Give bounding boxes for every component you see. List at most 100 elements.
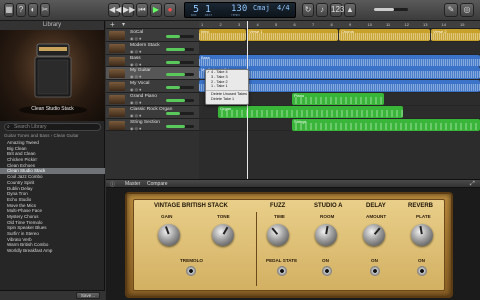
tracks-header: + ▾	[106, 20, 199, 29]
region-verse-2[interactable]: Verse 2	[431, 29, 480, 41]
track-mute-solo[interactable]: ◉ ◎ ⏺	[130, 49, 141, 54]
rewind-button[interactable]: ◀◀	[108, 3, 121, 17]
track-volume-slider[interactable]	[166, 111, 194, 115]
track-mute-solo[interactable]: ◉ ◎ ⏺	[130, 36, 141, 41]
lcd-display[interactable]: 5 1 BAR BEAT 130 TEMPO Cmaj 4/4	[184, 2, 296, 18]
preset-image: Clean Studio Stack	[0, 30, 105, 121]
time-knob[interactable]	[267, 224, 289, 246]
tab-compare[interactable]: Compare	[147, 181, 168, 187]
library-footer: Save...	[0, 290, 105, 300]
track-header[interactable]: SoCal ◉ ◎ ⏺	[106, 29, 199, 42]
library-breadcrumb[interactable]: Guitar Tones and Bass › Clean Guitar	[4, 133, 79, 138]
studio-a-on-label: ON	[322, 258, 329, 263]
room-knob[interactable]	[315, 224, 337, 246]
track-mute-solo[interactable]: ◉ ◎ ⏺	[130, 74, 141, 79]
track-volume-slider[interactable]	[166, 98, 194, 102]
smart-controls-button[interactable]: ◐	[28, 3, 38, 17]
track-mute-solo[interactable]: ◉ ◎ ⏺	[130, 113, 141, 118]
track-name: Modern Stack	[130, 42, 160, 48]
track-header[interactable]: Bass ◉ ◎ ⏺	[106, 54, 199, 68]
track-header[interactable]: My Vocal ◉ ◎ ⏺	[106, 80, 199, 93]
lcd-tempo-label: TEMPO	[231, 13, 241, 17]
track-header[interactable]: My Guitar ◉ ◎ ⏺	[106, 67, 199, 81]
tone-knob[interactable]	[212, 224, 234, 246]
tone-label: TONE	[217, 214, 230, 219]
track-mute-solo[interactable]: ◉ ◎ ⏺	[130, 126, 141, 131]
editors-button[interactable]: ✂	[40, 3, 50, 17]
ruler-mark: 11	[386, 22, 391, 27]
ruler-mark: 13	[423, 22, 428, 27]
filter-icon[interactable]: ▾	[122, 21, 125, 28]
ruler-mark: 2	[219, 22, 222, 27]
studio-a-switch[interactable]	[322, 266, 332, 276]
instrument-icon	[109, 43, 125, 53]
ruler-mark: 6	[293, 22, 296, 27]
track-header[interactable]: String Section ◉ ◎ ⏺	[106, 118, 199, 132]
track-volume-slider[interactable]	[166, 86, 194, 90]
track-mute-solo[interactable]: ◉ ◎ ⏺	[130, 62, 141, 67]
track-header[interactable]: Modern Stack ◉ ◎ ⏺	[106, 41, 199, 55]
metronome-button[interactable]: ▲	[344, 3, 356, 17]
notepad-button[interactable]: ✎	[444, 3, 458, 17]
take-menu-action[interactable]: Delete Take 1	[206, 97, 248, 102]
track-header[interactable]: Grand Piano ◉ ◎ ⏺	[106, 92, 199, 106]
record-button[interactable]: ●	[164, 3, 176, 17]
reverb-on-label: ON	[418, 258, 425, 263]
amp-designer-panel: VINTAGE BRITISH STACK FUZZ STUDIO A DELA…	[106, 188, 480, 300]
gain-label: GAIN	[161, 214, 173, 219]
preset-list-item[interactable]: Worldly Breakfast Amp	[0, 248, 105, 254]
amount-knob[interactable]	[363, 224, 385, 246]
ruler-mark: 12	[404, 22, 409, 27]
go-to-beginning-button[interactable]: ⏮	[136, 3, 148, 17]
track-mute-solo[interactable]: ◉ ◎ ⏺	[130, 87, 141, 92]
track-volume-slider[interactable]	[166, 47, 194, 51]
save-preset-button[interactable]: Save...	[76, 292, 100, 299]
library-button[interactable]: ▦	[4, 3, 14, 17]
menu-separator	[206, 90, 248, 92]
track-volume-slider[interactable]	[166, 60, 194, 64]
tremolo-label: TREMOLO	[180, 258, 203, 263]
count-in-button[interactable]: 1234	[330, 3, 349, 17]
add-track-icon[interactable]: +	[110, 20, 115, 29]
ruler-mark: 10	[367, 22, 372, 27]
tab-master[interactable]: Master	[125, 181, 140, 187]
expand-icon[interactable]: ⤢	[470, 181, 475, 188]
timeline-ruler[interactable]: 1 2 3 4 5 6 7 8 9 10 11 12 13 14 15	[199, 21, 480, 29]
track-volume-slider[interactable]	[166, 73, 194, 77]
delay-switch[interactable]	[370, 266, 380, 276]
tuner-button[interactable]: ♪	[316, 3, 328, 17]
pedal-state-switch[interactable]	[277, 266, 287, 276]
region-chorus[interactable]: Chorus	[339, 29, 430, 41]
master-volume-slider[interactable]	[374, 8, 408, 11]
region-bass[interactable]: Bass	[199, 54, 480, 67]
region-organ[interactable]: Organ	[218, 105, 403, 118]
region-strings[interactable]: Strings	[292, 118, 480, 131]
ruler-mark: 3	[238, 22, 241, 27]
take-menu-item[interactable]: 1 - Take 1	[206, 84, 248, 89]
play-button[interactable]: ▶	[150, 3, 162, 17]
track-volume-slider[interactable]	[166, 124, 194, 128]
ruler-mark: 15	[460, 22, 465, 27]
region-verse-1[interactable]: Verse 1	[247, 29, 338, 41]
region-piano[interactable]: Piano	[292, 93, 384, 105]
section-vintage-british-stack: VINTAGE BRITISH STACK	[154, 203, 228, 209]
region-intro[interactable]: Intro	[199, 29, 246, 41]
track-mute-solo[interactable]: ◉ ◎ ⏺	[130, 100, 141, 105]
plate-knob[interactable]	[411, 224, 433, 246]
help-button[interactable]: ?	[16, 3, 26, 17]
reverb-switch[interactable]	[417, 266, 427, 276]
track-header[interactable]: Classic Rock Organ ◉ ◎ ⏺	[106, 105, 199, 119]
tremolo-switch[interactable]	[186, 266, 196, 276]
controls-eq-segmented: ControlsEQ	[380, 181, 424, 197]
gain-knob[interactable]	[158, 224, 180, 246]
cycle-button[interactable]: ↻	[302, 3, 314, 17]
ruler-mark: 14	[441, 22, 446, 27]
track-volume-slider[interactable]	[166, 35, 194, 38]
library-search-input[interactable]: ⌕ Search Library	[4, 123, 101, 131]
track-name: Classic Rock Organ	[130, 106, 173, 112]
info-icon[interactable]: ⓘ	[110, 181, 115, 188]
track-name: String Section	[130, 119, 160, 125]
loop-browser-button[interactable]: ◎	[460, 3, 474, 17]
fast-forward-button[interactable]: ▶▶	[122, 3, 135, 17]
time-label: TIME	[274, 214, 285, 219]
